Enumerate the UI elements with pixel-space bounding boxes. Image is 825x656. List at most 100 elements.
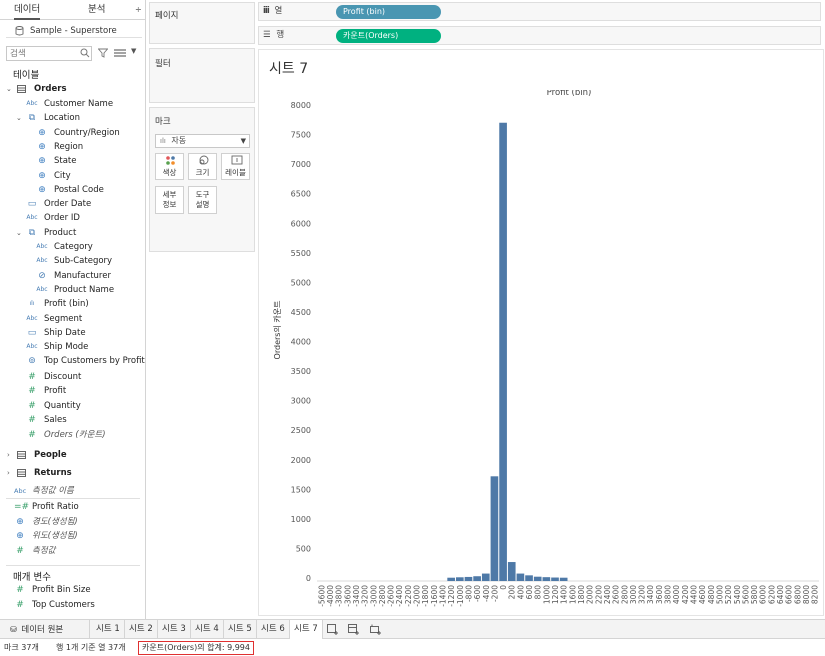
- tab-datasource[interactable]: ⛁ 데이터 원본: [2, 620, 90, 639]
- field-measure-names[interactable]: Abc 측정값 이름: [14, 484, 142, 498]
- field-item[interactable]: # Orders (카운트): [26, 428, 144, 442]
- chevron-right-icon[interactable]: ›: [7, 466, 10, 480]
- x-tick-label: 3600: [655, 585, 664, 604]
- x-tick-label: 4600: [698, 585, 707, 604]
- field-item[interactable]: # 측정값: [14, 544, 144, 558]
- x-tick-label: 0: [499, 585, 508, 590]
- field-item[interactable]: # Quantity: [26, 399, 144, 413]
- tab-sheet-7[interactable]: 시트 7: [290, 620, 323, 639]
- detail-button[interactable]: 세부 정보: [155, 186, 184, 214]
- hash-icon: #: [28, 400, 36, 411]
- x-tick-label: -1200: [447, 585, 456, 607]
- field-item[interactable]: ▭ Order Date: [26, 197, 144, 211]
- columns-pill[interactable]: Profit (bin): [336, 5, 441, 19]
- field-item[interactable]: ⊕ 경도(생성됨): [14, 515, 144, 529]
- table-returns[interactable]: › Returns: [6, 466, 144, 480]
- filters-card[interactable]: 필터: [149, 48, 255, 103]
- field-item[interactable]: # Top Customers: [14, 598, 144, 612]
- table-orders[interactable]: ⌄ Orders: [6, 82, 144, 96]
- y-tick-label: 4500: [291, 308, 311, 317]
- y-tick-label: 3500: [291, 367, 311, 376]
- field-item[interactable]: ⊕ Country/Region: [36, 126, 144, 140]
- field-item[interactable]: # Sales: [26, 413, 144, 427]
- columns-shelf[interactable]: iii 열 Profit (bin): [258, 2, 821, 21]
- datasource-item[interactable]: Sample - Superstore: [6, 24, 142, 38]
- tab-sheet-6[interactable]: 시트 6: [257, 620, 290, 639]
- tab-sheet-4[interactable]: 시트 4: [191, 620, 224, 639]
- x-tick-label: -3000: [369, 585, 378, 607]
- y-tick-label: 1000: [291, 515, 311, 524]
- field-item[interactable]: ⊘ Manufacturer: [36, 269, 144, 283]
- list-view-icon[interactable]: [114, 48, 126, 58]
- tab-analysis[interactable]: 분석: [88, 0, 105, 20]
- histogram-bar: [559, 577, 568, 581]
- new-worksheet-icon[interactable]: [327, 624, 338, 635]
- table-icon: [17, 85, 26, 93]
- field-item[interactable]: Abc Ship Mode: [26, 340, 144, 354]
- x-tick-label: 2000: [586, 585, 595, 604]
- x-tick-label: 3000: [629, 585, 638, 604]
- field-item[interactable]: Abc Segment: [26, 312, 144, 326]
- rows-icon: ☰: [263, 30, 271, 40]
- rows-shelf[interactable]: ☰ 행 카운트(Orders): [258, 26, 821, 45]
- table-people[interactable]: › People: [6, 448, 144, 462]
- chevron-down-icon[interactable]: ⌄: [6, 82, 12, 96]
- label-button[interactable]: 레이블: [221, 153, 250, 180]
- filters-title: 필터: [155, 59, 171, 69]
- pages-card[interactable]: 페이지: [149, 2, 255, 44]
- chevron-down-icon[interactable]: ▼: [131, 47, 136, 55]
- field-item[interactable]: # Profit: [26, 384, 144, 398]
- chevron-right-icon[interactable]: ›: [7, 448, 10, 462]
- field-item[interactable]: =# Profit Ratio: [14, 500, 144, 514]
- histogram-bar: [507, 562, 516, 581]
- new-story-icon[interactable]: [370, 624, 381, 635]
- field-item[interactable]: ⊕ Postal Code: [36, 183, 144, 197]
- tooltip-label: 도구 설명: [195, 190, 210, 209]
- histogram-bar: [499, 122, 507, 582]
- size-button[interactable]: 크기: [188, 153, 217, 180]
- field-item[interactable]: ⊚ Top Customers by Profit: [26, 354, 145, 368]
- field-label: Orders (카운트): [44, 429, 106, 440]
- x-tick-label: -800: [464, 585, 473, 602]
- rows-pill[interactable]: 카운트(Orders): [336, 29, 441, 43]
- field-item[interactable]: ⊕ 위도(생성됨): [14, 529, 144, 543]
- filter-icon[interactable]: [98, 48, 108, 58]
- field-item[interactable]: Abc Order ID: [26, 211, 144, 225]
- field-item[interactable]: Abc Customer Name: [26, 97, 144, 111]
- x-tick-label: 1600: [568, 585, 577, 604]
- field-item[interactable]: ⧉ Product ⌄: [16, 226, 144, 240]
- mark-type-select[interactable]: ılı 자동 ▼: [155, 134, 250, 148]
- field-item[interactable]: ⧉ Location ⌄: [16, 111, 144, 125]
- field-item[interactable]: ⊕ City: [36, 169, 144, 183]
- field-item[interactable]: ▭ Ship Date: [26, 326, 144, 340]
- field-item[interactable]: Abc Category: [36, 240, 144, 254]
- viz-area[interactable]: 시트 7 Profit (bin) Orders의 카운트 0 500 1000 1500…: [258, 49, 824, 616]
- field-item[interactable]: ⊕ Region: [36, 140, 144, 154]
- x-tick-label: -1800: [421, 585, 430, 607]
- chevron-down-icon[interactable]: ⌄: [16, 111, 22, 125]
- field-item[interactable]: # Profit Bin Size: [14, 583, 144, 597]
- color-button[interactable]: 색상: [155, 153, 184, 180]
- y-tick-label: 5500: [291, 249, 311, 258]
- status-sum: 카운트(Orders)의 합계: 9,994: [138, 641, 254, 655]
- histogram-chart[interactable]: Profit (bin)Orders의 카운트05001000150020002…: [259, 90, 823, 610]
- field-label: Manufacturer: [54, 270, 111, 281]
- field-item[interactable]: ⊕ State: [36, 154, 144, 168]
- field-item[interactable]: ılı Profit (bin): [26, 297, 144, 311]
- table-label: Orders: [34, 84, 67, 94]
- tab-sheet-1[interactable]: 시트 1: [92, 620, 125, 639]
- field-item[interactable]: Abc Sub-Category: [36, 254, 144, 268]
- tooltip-button[interactable]: 도구 설명: [188, 186, 217, 214]
- pane-menu-icon[interactable]: ÷: [135, 0, 142, 20]
- field-label: Order Date: [44, 199, 92, 210]
- x-tick-label: -3200: [361, 585, 370, 607]
- hash-icon: #: [28, 429, 36, 440]
- field-item[interactable]: Abc Product Name: [36, 283, 144, 297]
- new-dashboard-icon[interactable]: [348, 624, 359, 635]
- field-item[interactable]: # Discount: [26, 370, 144, 384]
- tab-sheet-2[interactable]: 시트 2: [125, 620, 158, 639]
- tab-sheet-3[interactable]: 시트 3: [158, 620, 191, 639]
- chevron-down-icon[interactable]: ⌄: [16, 226, 22, 240]
- tab-sheet-5[interactable]: 시트 5: [224, 620, 257, 639]
- tab-data[interactable]: 데이터: [14, 0, 41, 20]
